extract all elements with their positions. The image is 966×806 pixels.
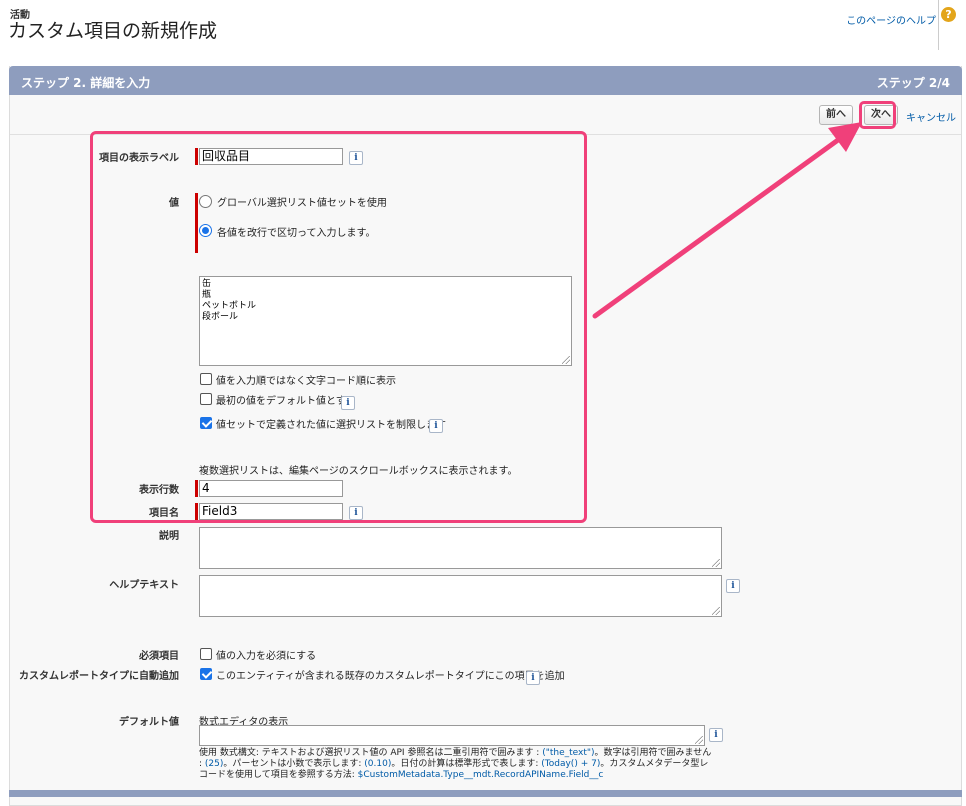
required-checkbox[interactable]	[200, 648, 212, 660]
required-indicator	[195, 503, 198, 520]
question-icon[interactable]: ?	[941, 7, 956, 22]
first-default-label: 最初の値をデフォルト値とする	[216, 396, 356, 407]
info-icon[interactable]: i	[341, 396, 355, 410]
resize-handle[interactable]	[712, 607, 720, 615]
values-textarea[interactable]: 缶 瓶 ペットボトル 段ボール	[199, 276, 572, 366]
visible-lines-input[interactable]: 4	[199, 480, 343, 497]
info-icon[interactable]: i	[349, 506, 363, 520]
next-button[interactable]: 次へ	[864, 105, 898, 125]
description-textarea[interactable]	[199, 527, 722, 569]
required-indicator	[195, 480, 198, 497]
value-entry: 瓶	[202, 290, 212, 300]
sort-alpha-label: 値を入力順ではなく文字コード順に表示	[216, 376, 396, 387]
required-indicator	[195, 193, 198, 253]
restrict-label: 値セットで定義された値に選択リストを制限します	[216, 420, 446, 431]
radio-global-valueset[interactable]	[199, 195, 212, 208]
radio-enter-values[interactable]	[199, 224, 212, 237]
radio-global-valueset-label: グローバル選択リスト値セットを使用	[217, 198, 387, 209]
step-bar: ステップ 2. 詳細を入力 ステップ 2/4	[9, 66, 962, 95]
step-title: ステップ 2. 詳細を入力	[21, 76, 151, 90]
resize-handle[interactable]	[712, 559, 720, 567]
header-divider	[938, 0, 939, 50]
formula-syntax-note: 使用 数式構文: テキストおよび選択リスト値の API 参照名は二重引用符で囲み…	[199, 748, 712, 780]
info-icon[interactable]: i	[709, 728, 723, 742]
bottom-step-bar	[9, 790, 962, 797]
required-indicator	[195, 148, 198, 165]
value-entry: ペットボトル	[202, 301, 257, 311]
required-checkbox-label: 値の入力を必須にする	[216, 651, 317, 662]
field-name-input[interactable]: Field3	[199, 503, 343, 520]
first-default-checkbox[interactable]	[200, 393, 212, 405]
help-text-textarea[interactable]	[199, 575, 722, 617]
multi-select-note: 複数選択リストは、編集ページのスクロールボックスに表示されます。	[199, 466, 518, 477]
button-row-divider	[10, 134, 961, 135]
field-label-label: 項目の表示ラベル	[99, 153, 179, 164]
value-entry: 缶	[202, 279, 212, 289]
radio-enter-values-label: 各値を改行で区切って入力します。	[217, 228, 376, 239]
field-label-input[interactable]: 回収品目	[199, 148, 343, 165]
form-panel	[9, 66, 962, 806]
default-value-textarea[interactable]	[199, 725, 705, 746]
description-label: 説明	[159, 531, 179, 542]
info-icon[interactable]: i	[429, 419, 443, 433]
help-text-label: ヘルプテキスト	[109, 580, 179, 591]
auto-add-checkbox[interactable]	[200, 668, 212, 680]
auto-add-checkbox-label: このエンティティが含まれる既存のカスタムレポートタイプにこの項目を追加	[216, 671, 565, 682]
auto-add-label: カスタムレポートタイプに自動追加	[19, 671, 179, 682]
visible-lines-label: 表示行数	[139, 485, 179, 496]
value-entry: 段ボール	[202, 312, 239, 322]
resize-handle[interactable]	[562, 356, 570, 364]
default-value-label: デフォルト値	[119, 717, 179, 728]
resize-handle[interactable]	[695, 736, 703, 744]
field-name-label: 項目名	[149, 508, 179, 519]
info-icon[interactable]: i	[726, 579, 740, 593]
info-icon[interactable]: i	[526, 671, 540, 685]
info-icon[interactable]: i	[349, 151, 363, 165]
values-label: 値	[169, 198, 179, 209]
step-indicator: ステップ 2/4	[876, 76, 950, 90]
restrict-checkbox[interactable]	[200, 417, 212, 429]
required-field-label: 必須項目	[139, 651, 179, 662]
help-link[interactable]: このページのヘルプ	[846, 12, 936, 27]
sort-alpha-checkbox[interactable]	[200, 373, 212, 385]
cancel-link[interactable]: キャンセル	[906, 109, 956, 124]
prev-button[interactable]: 前へ	[819, 105, 853, 125]
page-title: カスタム項目の新規作成	[8, 20, 218, 42]
